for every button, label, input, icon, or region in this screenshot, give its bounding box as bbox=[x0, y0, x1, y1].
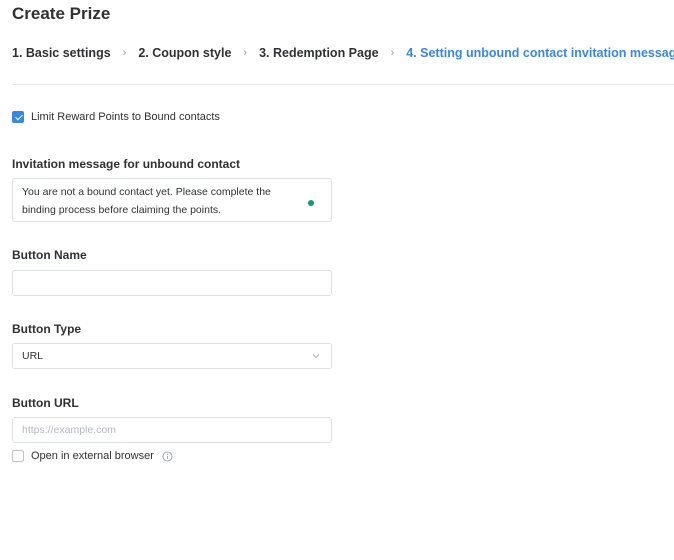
button-name-label: Button Name bbox=[12, 248, 87, 262]
chevron-down-icon bbox=[312, 354, 320, 359]
page-title: Create Prize bbox=[12, 4, 111, 23]
chevron-right-icon: › bbox=[122, 47, 127, 59]
limit-reward-points-label: Limit Reward Points to Bound contacts bbox=[31, 111, 220, 123]
invitation-message-textarea[interactable]: You are not a bound contact yet. Please … bbox=[12, 178, 332, 222]
info-icon[interactable] bbox=[162, 450, 173, 462]
button-url-label: Button URL bbox=[12, 396, 79, 410]
grammar-check-icon[interactable] bbox=[308, 200, 314, 206]
button-type-select[interactable]: URL bbox=[12, 343, 332, 369]
check-icon[interactable] bbox=[12, 111, 24, 123]
wizard-steps: 1. Basic settings › 2. Coupon style › 3.… bbox=[12, 44, 674, 62]
step-basic-settings[interactable]: 1. Basic settings bbox=[12, 46, 111, 60]
button-type-value: URL bbox=[22, 350, 44, 362]
header-divider bbox=[12, 84, 674, 85]
open-external-browser-checkbox[interactable]: Open in external browser bbox=[12, 450, 173, 462]
limit-reward-points-checkbox[interactable]: Limit Reward Points to Bound contacts bbox=[12, 111, 220, 123]
step-coupon-style[interactable]: 2. Coupon style bbox=[138, 46, 231, 60]
step-redemption-page[interactable]: 3. Redemption Page bbox=[259, 46, 378, 60]
invitation-message-line-2: binding process before claiming the poin… bbox=[22, 204, 222, 216]
button-name-input[interactable] bbox=[12, 270, 332, 296]
invitation-message-label: Invitation message for unbound contact bbox=[12, 157, 241, 171]
open-external-browser-label: Open in external browser bbox=[31, 450, 154, 462]
button-url-input[interactable] bbox=[12, 417, 332, 443]
external-browser-checkbox-box[interactable] bbox=[12, 450, 24, 462]
step-unbound-invitation[interactable]: 4. Setting unbound contact invitation me… bbox=[406, 46, 674, 60]
chevron-right-icon: › bbox=[390, 47, 395, 59]
invitation-message-line-1: You are not a bound contact yet. Please … bbox=[22, 186, 271, 198]
chevron-right-icon: › bbox=[243, 47, 248, 59]
button-type-label: Button Type bbox=[12, 322, 82, 336]
